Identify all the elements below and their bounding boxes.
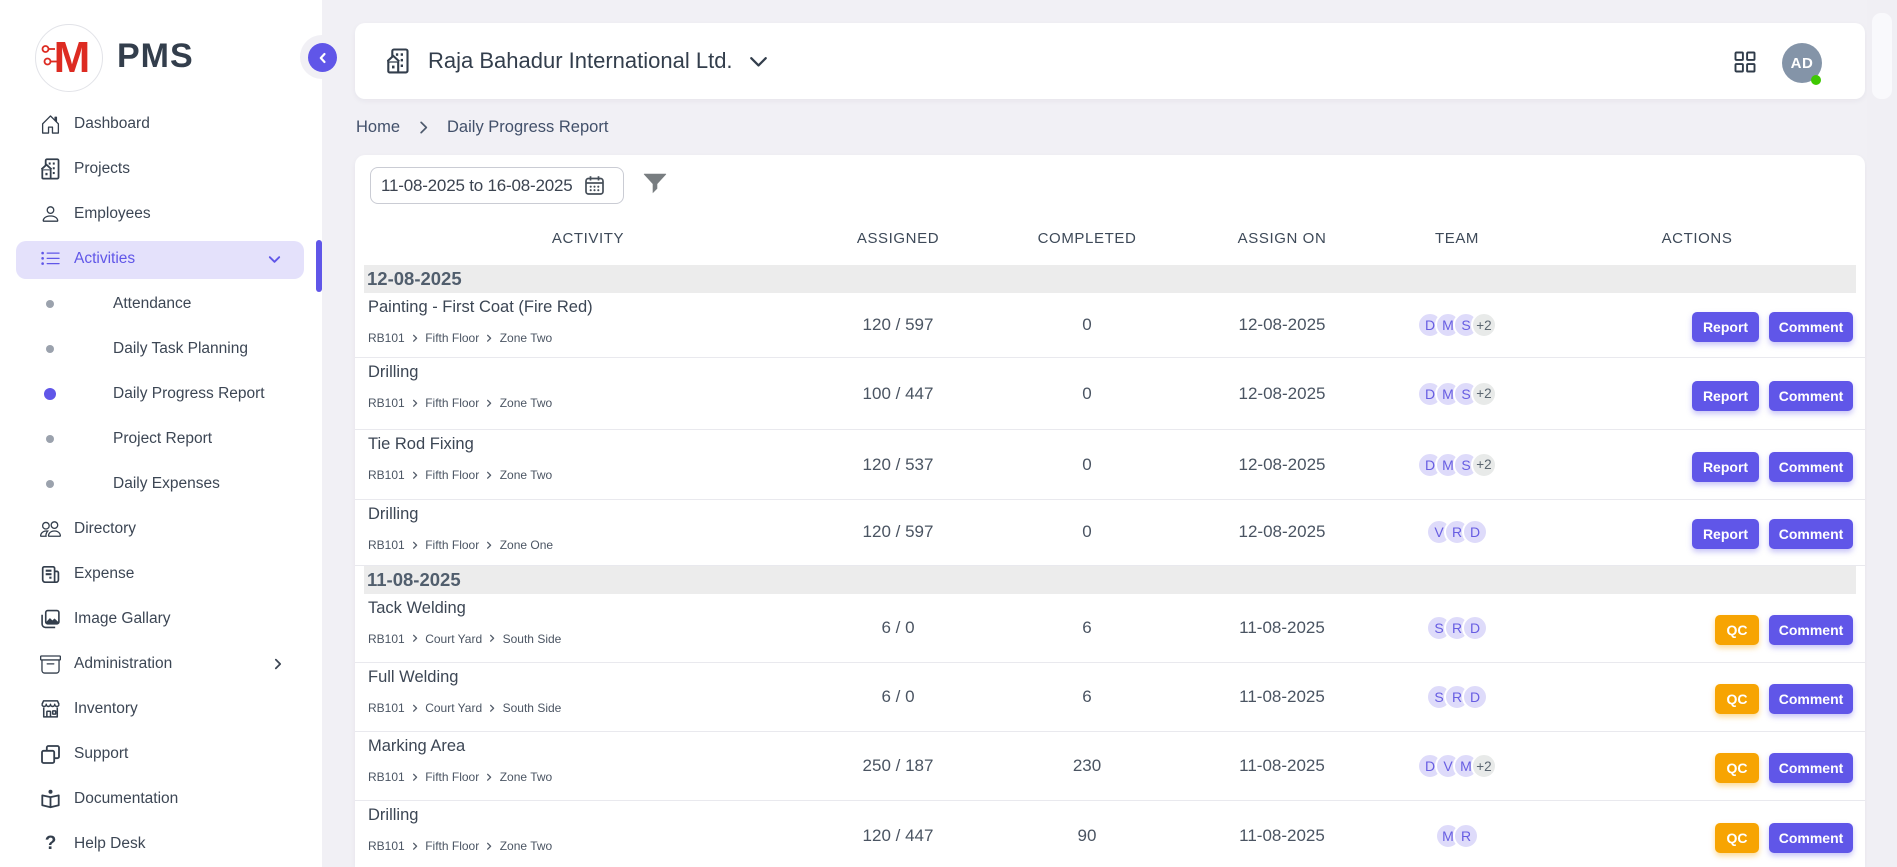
svg-text:M: M xyxy=(54,33,91,82)
